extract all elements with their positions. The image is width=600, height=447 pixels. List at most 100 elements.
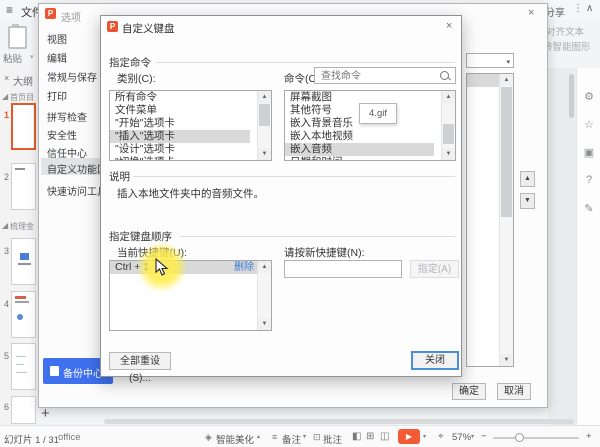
slide-thumbnail-5[interactable] [11, 343, 36, 390]
align-text-button[interactable]: 对齐文本 [546, 24, 584, 38]
combo-dropdown-icon[interactable]: ▾ [506, 58, 510, 66]
options-dialog-title: 选项 [61, 13, 81, 24]
list-item[interactable]: "设计"选项卡 [110, 143, 271, 156]
list-item[interactable]: "开始"选项卡 [110, 117, 271, 130]
zoom-slider[interactable] [493, 437, 579, 439]
star-icon[interactable]: ☆ [577, 118, 600, 131]
tune-icon[interactable]: ⚙ [577, 90, 600, 103]
scroll-down-icon[interactable]: ▼ [258, 148, 271, 160]
options-close-icon[interactable]: × [528, 7, 534, 19]
scroll-thumb[interactable] [259, 104, 270, 126]
current-shortcuts-list[interactable]: Ctrl + 1 删除 ▲ ▼ [109, 260, 272, 331]
list-item[interactable]: 嵌入本地视频 [285, 130, 455, 143]
beautify-button[interactable]: 智能美化 [216, 432, 254, 446]
comments-button[interactable]: 批注 [323, 432, 342, 446]
close-button[interactable]: 关闭 [411, 351, 459, 370]
ribbon-list-scrollbar[interactable]: ▲ ▼ [499, 74, 513, 366]
normal-view-icon[interactable]: ◧ [352, 431, 361, 442]
category-list-scrollbar[interactable]: ▲ ▼ [257, 91, 271, 160]
sidebar-item-security[interactable]: 安全性 [47, 127, 77, 142]
ribbon-group-combo[interactable]: ▾ [466, 53, 514, 68]
list-item[interactable]: 日期和时间 [285, 156, 455, 160]
move-up-button[interactable]: ▲ [520, 171, 535, 187]
new-shortcut-input[interactable] [284, 260, 402, 278]
canvas-vertical-scrollbar[interactable] [569, 74, 574, 118]
notes-button[interactable]: 备注 [282, 432, 301, 446]
new-key-label: 请按新快捷键(N): [284, 247, 365, 259]
section-label-2[interactable]: 梳理金 [10, 221, 34, 232]
assign-button[interactable]: 指定(A) [410, 260, 459, 278]
scroll-up-icon[interactable]: ▲ [442, 91, 455, 103]
horizontal-scrollbar[interactable] [104, 419, 574, 424]
keyboard-close-icon[interactable]: × [446, 20, 452, 32]
sidebar-item-print[interactable]: 打印 [47, 88, 67, 103]
ok-button[interactable]: 确定 [452, 383, 486, 400]
pen-icon[interactable]: ✎ [577, 202, 600, 215]
command-list[interactable]: 屏幕截图 其他符号 嵌入背景音乐 嵌入本地视频 嵌入音频 日期和时间 ▲ ▼ [284, 90, 456, 161]
delete-shortcut-link[interactable]: 删除 [234, 261, 254, 274]
section-label-1[interactable]: 首页目 [10, 92, 34, 103]
scroll-down-icon[interactable]: ▼ [442, 148, 455, 160]
sidebar-item-edit[interactable]: 编辑 [47, 50, 67, 65]
notes-dropdown-icon[interactable]: ▾ [303, 433, 306, 440]
slide-thumbnail-2[interactable] [11, 163, 36, 210]
sidebar-item-spellcheck[interactable]: 拼写检查 [47, 109, 87, 124]
slide-sorter-icon[interactable]: ⊞ [366, 431, 374, 442]
list-item-selected[interactable]: 嵌入音频 [285, 143, 434, 156]
reset-all-button[interactable]: 全部重设(S)... [109, 352, 171, 384]
outline-tab[interactable]: 大纲 [13, 73, 33, 88]
fit-slide-icon[interactable]: ⌖ [438, 431, 444, 442]
scroll-up-icon[interactable]: ▲ [500, 74, 513, 86]
shortcut-list-scrollbar[interactable]: ▲ ▼ [257, 261, 271, 330]
list-item[interactable]: 所有命令 [110, 91, 271, 104]
zoom-dropdown-icon[interactable]: ▾ [471, 433, 474, 440]
scroll-up-icon[interactable]: ▲ [258, 261, 271, 273]
scroll-thumb[interactable] [443, 124, 454, 144]
list-item[interactable]: "切换"选项卡 [110, 156, 271, 160]
share-button[interactable]: 分享 [545, 4, 565, 19]
slide-thumbnail-6[interactable] [11, 396, 36, 424]
slide-thumbnail-1[interactable] [11, 103, 36, 150]
sidebar-item-trust-center[interactable]: 信任中心 [47, 145, 87, 160]
slide-thumbnail-4[interactable] [11, 291, 36, 338]
move-down-button[interactable]: ▼ [520, 193, 535, 209]
section-marker-icon[interactable]: ◢ [2, 221, 8, 230]
paste-dropdown-icon[interactable]: ▾ [30, 53, 34, 61]
zoom-level[interactable]: 57% [452, 432, 471, 443]
ribbon-tabs-list[interactable]: ▲ ▼ [466, 73, 514, 367]
wps-logo-icon: P [107, 21, 118, 32]
sidebar-item-customize-ribbon[interactable]: 自定义功能区 [47, 161, 107, 176]
command-search-box[interactable] [314, 67, 456, 84]
play-slideshow-button[interactable]: ▶ [398, 429, 420, 444]
smart-graphic-button[interactable]: 转智能图形 [543, 39, 591, 53]
search-icon[interactable] [440, 71, 449, 80]
paste-label[interactable]: 粘贴 [3, 51, 22, 65]
help-icon[interactable]: ? [577, 174, 600, 186]
paste-icon[interactable] [8, 24, 27, 49]
command-search-input[interactable] [319, 69, 441, 84]
scroll-down-icon[interactable]: ▼ [258, 318, 271, 330]
hamburger-menu-icon[interactable]: ≡ [6, 3, 13, 17]
section-marker-icon[interactable]: ◢ [2, 92, 8, 101]
sidebar-item-view[interactable]: 视图 [47, 31, 67, 46]
copy-icon[interactable]: ▣ [577, 146, 600, 159]
outline-close-icon[interactable]: × [4, 73, 9, 83]
sidebar-item-general-save[interactable]: 常规与保存 [47, 69, 97, 84]
scroll-down-icon[interactable]: ▼ [500, 354, 513, 366]
list-item-selected[interactable]: "插入"选项卡 [110, 130, 250, 143]
zoom-out-icon[interactable]: − [481, 431, 487, 442]
more-menu-icon[interactable]: ⋮ [573, 3, 583, 14]
cancel-button[interactable]: 取消 [497, 383, 531, 400]
zoom-slider-knob[interactable] [515, 433, 524, 442]
category-list[interactable]: 所有命令 文件菜单 "开始"选项卡 "插入"选项卡 "设计"选项卡 "切换"选项… [109, 90, 272, 161]
beautify-dropdown-icon[interactable]: ▴ [257, 433, 260, 440]
command-list-scrollbar[interactable]: ▲ ▼ [441, 91, 455, 160]
scroll-thumb[interactable] [501, 87, 512, 217]
zoom-in-icon[interactable]: + [586, 431, 592, 442]
reading-view-icon[interactable]: ◫ [380, 431, 389, 442]
collapse-ribbon-icon[interactable]: ∧ [586, 3, 593, 14]
slide-thumbnail-3[interactable] [11, 238, 36, 285]
scroll-up-icon[interactable]: ▲ [258, 91, 271, 103]
play-dropdown-icon[interactable]: ▾ [423, 433, 426, 440]
list-item[interactable]: 文件菜单 [110, 104, 271, 117]
